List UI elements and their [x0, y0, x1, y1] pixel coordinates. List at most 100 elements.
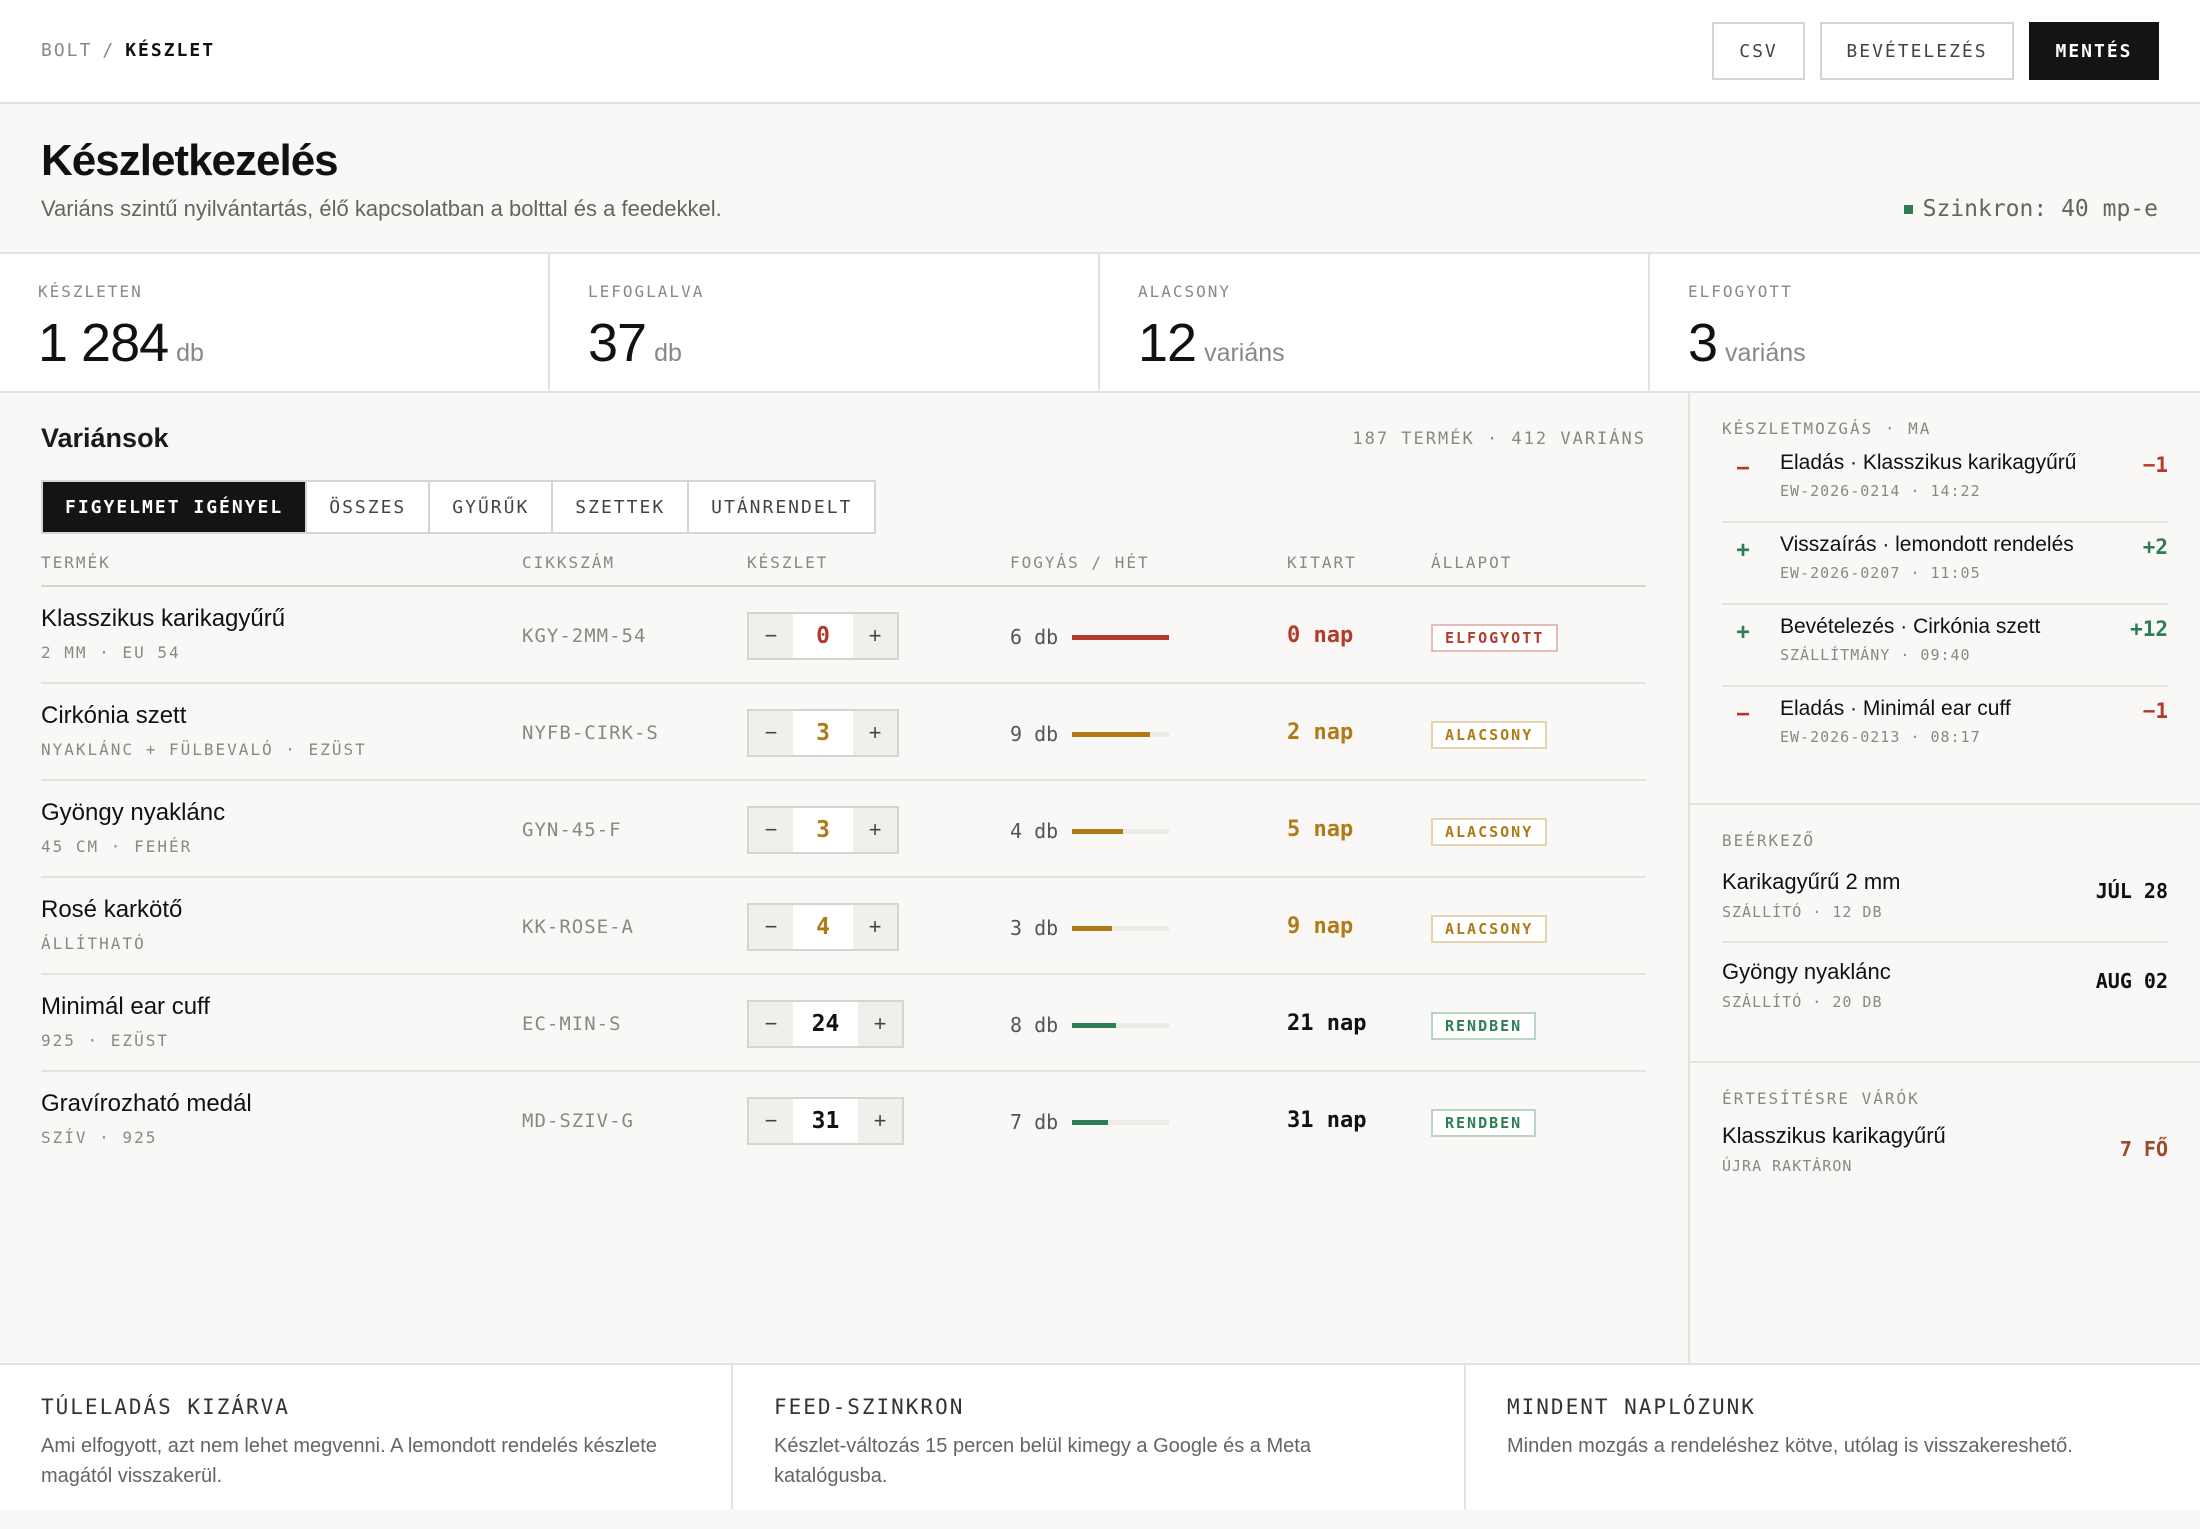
movements-label: KÉSZLETMOZGÁS · MA	[1722, 419, 1932, 438]
product-name[interactable]: Rosé karkötő	[41, 896, 182, 924]
movement-item[interactable]: + Bevételezés · Cirkónia szett SZÁLLÍTMÁNY…	[1722, 605, 2168, 687]
waiting-item-title: Klasszikus karikagyűrű	[1722, 1123, 1946, 1148]
incoming-date: JÚL 28	[2095, 879, 2168, 903]
stock-stepper: −3 +	[747, 709, 899, 757]
table-row[interactable]: Rosé karkötő ÁLLÍTHATÓ KK-ROSE-A −4 +3 db 9 n…	[41, 878, 1646, 975]
incoming-title: Gyöngy nyaklánc	[1722, 959, 1891, 984]
footer-no-oversell: TÚLELADÁS KIZÁRVA Ami elfogyott, azt nem…	[0, 1365, 733, 1509]
product-name[interactable]: Gyöngy nyaklánc	[41, 799, 225, 827]
minus-icon[interactable]: −	[749, 711, 793, 755]
stat-value: 1 284	[38, 313, 169, 373]
movement-item[interactable]: + Visszaírás · lemondott rendelés EW-2026-…	[1722, 523, 2168, 605]
sales-bar	[1072, 925, 1170, 931]
movement-meta: EW-2026-0207 · 11:05	[1780, 564, 1981, 582]
weekly-sales-value: 3 db	[1010, 916, 1059, 940]
breadcrumb-current: KÉSZLET	[125, 40, 216, 61]
lasts-days: 5 nap	[1287, 817, 1354, 842]
lasts-days: 9 nap	[1287, 914, 1354, 939]
product-meta: NYAKLÁNC + FÜLBEVALÓ · EZÜST	[41, 740, 367, 759]
waiting-item-meta: ÚJRA RAKTÁRON	[1722, 1157, 1853, 1175]
stock-value[interactable]: 3	[793, 808, 853, 852]
minus-icon: −	[1736, 701, 1751, 728]
plus-icon[interactable]: +	[858, 1099, 902, 1143]
stat-out-of-stock: ELFOGYOTT 3 variáns	[1650, 254, 2200, 391]
product-sku: EC-MIN-S	[522, 1013, 622, 1035]
movement-title: Visszaírás · lemondott rendelés	[1780, 533, 2074, 556]
status-badge: ALACSONY	[1431, 915, 1548, 943]
save-button[interactable]: MENTÉS	[2029, 22, 2159, 80]
tab-sets[interactable]: SZETTEK	[553, 482, 690, 532]
receive-button[interactable]: BEVÉTELEZÉS	[1820, 22, 2014, 80]
weekly-sales-value: 4 db	[1010, 819, 1059, 843]
col-product[interactable]: TERMÉK	[41, 553, 111, 572]
table-row[interactable]: Minimál ear cuff 925 · EZÜST EC-MIN-S −24 +8…	[41, 975, 1646, 1072]
stock-value[interactable]: 0	[793, 614, 853, 658]
tab-needs-attention[interactable]: FIGYELMET IGÉNYEL	[43, 482, 308, 532]
movement-meta: SZÁLLÍTMÁNY · 09:40	[1780, 646, 1971, 664]
stock-value[interactable]: 3	[793, 711, 853, 755]
sales-bar-fill	[1072, 634, 1170, 640]
product-meta: ÁLLÍTHATÓ	[41, 934, 146, 953]
minus-icon[interactable]: −	[749, 1099, 793, 1143]
table-row[interactable]: Gravírozható medál SZÍV · 925 MD-SZIV-G −31…	[41, 1072, 1646, 1169]
plus-icon[interactable]: +	[853, 905, 897, 949]
incoming-item[interactable]: Karikagyűrű 2 mm SZÁLLÍTÓ · 12 DB JÚL 28	[1722, 853, 2168, 941]
stock-value[interactable]: 4	[793, 905, 853, 949]
product-name[interactable]: Cirkónia szett	[41, 702, 186, 730]
movement-item[interactable]: − Eladás · Minimál ear cuff EW-2026-0213 ·…	[1722, 687, 2168, 769]
breadcrumb: BOLT / KÉSZLET	[41, 40, 215, 61]
product-sku: MD-SZIV-G	[522, 1110, 634, 1132]
table-row[interactable]: Cirkónia szett NYAKLÁNC + FÜLBEVALÓ · EZÜ…	[41, 684, 1646, 781]
table-row[interactable]: Klasszikus karikagyűrű 2 MM · EU 54 KGY-2M…	[41, 587, 1646, 684]
plus-icon[interactable]: +	[853, 614, 897, 658]
lasts-days: 21 nap	[1287, 1011, 1367, 1036]
table-row[interactable]: Gyöngy nyaklánc 45 CM · FEHÉR GYN-45-F −3 +4…	[41, 781, 1646, 878]
stat-unit: db	[654, 339, 682, 367]
stat-label: KÉSZLETEN	[38, 282, 143, 301]
product-name[interactable]: Gravírozható medál	[41, 1090, 252, 1118]
stat-value: 12	[1138, 313, 1197, 373]
minus-icon[interactable]: −	[749, 1002, 793, 1046]
plus-icon[interactable]: +	[853, 808, 897, 852]
tab-reordered[interactable]: UTÁNRENDELT	[689, 482, 875, 532]
waiting-section: ÉRTESÍTÉSRE VÁRÓK Klasszikus karikagyűrű…	[1690, 1061, 2200, 1365]
sync-status-icon	[1903, 204, 1913, 214]
movement-delta: −1	[2142, 453, 2168, 477]
sales-bar	[1072, 634, 1170, 640]
tab-rings[interactable]: GYŰRŰK	[430, 482, 554, 532]
lasts-days: 31 nap	[1287, 1108, 1367, 1133]
sales-bar	[1072, 731, 1170, 737]
footer-title: MINDENT NAPLÓZUNK	[1507, 1395, 1756, 1419]
incoming-item[interactable]: Gyöngy nyaklánc SZÁLLÍTÓ · 20 DB AUG 02	[1722, 941, 2168, 1029]
breadcrumb-root[interactable]: BOLT	[41, 40, 92, 61]
top-bar: BOLT / KÉSZLET CSV BEVÉTELEZÉS MENTÉS	[0, 0, 2200, 104]
movement-title: Bevételezés · Cirkónia szett	[1780, 615, 2041, 638]
product-name[interactable]: Minimál ear cuff	[41, 993, 210, 1021]
weekly-sales-value: 8 db	[1010, 1013, 1059, 1037]
waiting-item[interactable]: Klasszikus karikagyűrű ÚJRA RAKTÁRON 7 F…	[1722, 1111, 2168, 1199]
stat-value: 3	[1688, 313, 1718, 373]
product-name[interactable]: Klasszikus karikagyűrű	[41, 605, 285, 633]
plus-icon: +	[1736, 619, 1751, 646]
minus-icon[interactable]: −	[749, 905, 793, 949]
col-sales[interactable]: FOGYÁS / HÉT	[1010, 553, 1150, 572]
weekly-sales: 6 db	[1010, 625, 1170, 649]
minus-icon[interactable]: −	[749, 614, 793, 658]
footer-feed-sync: FEED-SZINKRON Készlet-változás 15 percen…	[733, 1365, 1466, 1509]
col-lasts[interactable]: KITART	[1287, 553, 1357, 572]
stat-reserved: LEFOGLALVA 37 db	[550, 254, 1100, 391]
minus-icon[interactable]: −	[749, 808, 793, 852]
plus-icon[interactable]: +	[858, 1002, 902, 1046]
csv-button[interactable]: CSV	[1712, 22, 1805, 80]
col-status[interactable]: ÁLLAPOT	[1431, 553, 1512, 572]
col-sku[interactable]: CIKKSZÁM	[522, 553, 615, 572]
movement-delta: +2	[2142, 535, 2168, 559]
col-stock[interactable]: KÉSZLET	[747, 553, 828, 572]
movements-section: KÉSZLETMOZGÁS · MA − Eladás · Klasszikus …	[1690, 393, 2200, 803]
tab-all[interactable]: ÖSSZES	[307, 482, 431, 532]
incoming-meta: SZÁLLÍTÓ · 20 DB	[1722, 993, 1883, 1011]
stock-value[interactable]: 31	[793, 1099, 858, 1143]
movement-item[interactable]: − Eladás · Klasszikus karikagyűrű EW-2026-…	[1722, 441, 2168, 523]
stock-value[interactable]: 24	[793, 1002, 858, 1046]
plus-icon[interactable]: +	[853, 711, 897, 755]
